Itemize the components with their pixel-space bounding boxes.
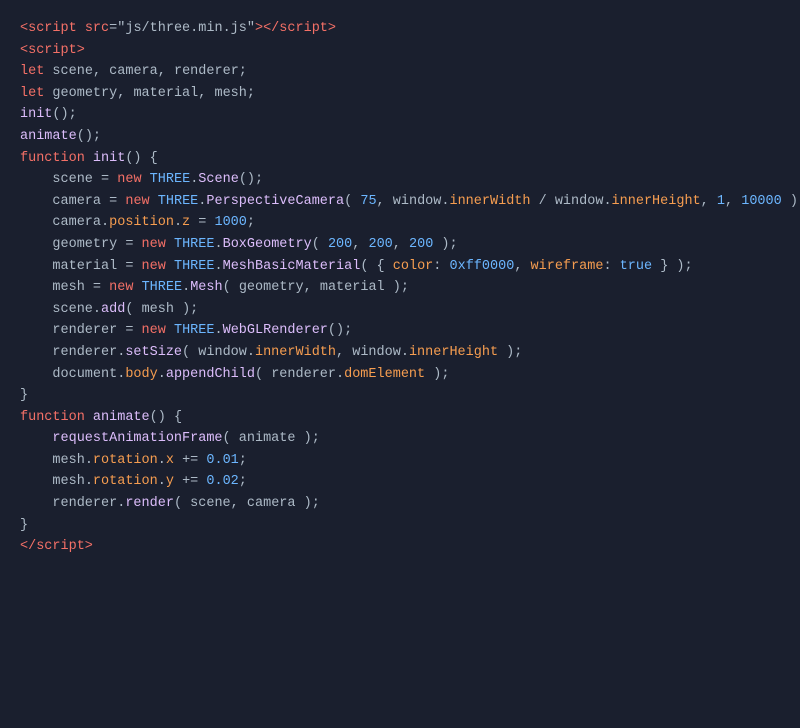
code-line-17: mesh = new THREE.Mesh( geometry, materia… (20, 277, 780, 299)
code-line-25: } (20, 385, 780, 407)
code-line-4: let geometry, material, mesh; (20, 83, 780, 105)
code-line-20: renderer = new THREE.WebGLRenderer(); (20, 320, 780, 342)
code-line-29: mesh.rotation.x += 0.01; (20, 450, 780, 472)
code-line-30: mesh.rotation.y += 0.02; (20, 471, 780, 493)
code-line-1: <script src="js/three.min.js"></script> (20, 18, 780, 40)
code-line-10: scene = new THREE.Scene(); (20, 169, 780, 191)
code-line-27: function animate() { (20, 407, 780, 429)
code-line-12: camera.position.z = 1000; (20, 212, 780, 234)
code-line-7: animate(); (20, 126, 780, 148)
code-line-9: function init() { (20, 148, 780, 170)
code-line-3: let scene, camera, renderer; (20, 61, 780, 83)
code-line-21: renderer.setSize( window.innerWidth, win… (20, 342, 780, 364)
code-line-6: init(); (20, 104, 780, 126)
code-line-2: <script> (20, 40, 780, 62)
code-line-18: scene.add( mesh ); (20, 299, 780, 321)
code-line-33: } (20, 515, 780, 537)
code-line-23: document.body.appendChild( renderer.domE… (20, 364, 780, 386)
code-line-14: geometry = new THREE.BoxGeometry( 200, 2… (20, 234, 780, 256)
code-line-11: camera = new THREE.PerspectiveCamera( 75… (20, 191, 780, 213)
code-line-15: material = new THREE.MeshBasicMaterial( … (20, 256, 780, 278)
code-editor: <script src="js/three.min.js"></script> … (20, 18, 780, 558)
code-line-34: </script> (20, 536, 780, 558)
code-line-32: renderer.render( scene, camera ); (20, 493, 780, 515)
code-line-28: requestAnimationFrame( animate ); (20, 428, 780, 450)
